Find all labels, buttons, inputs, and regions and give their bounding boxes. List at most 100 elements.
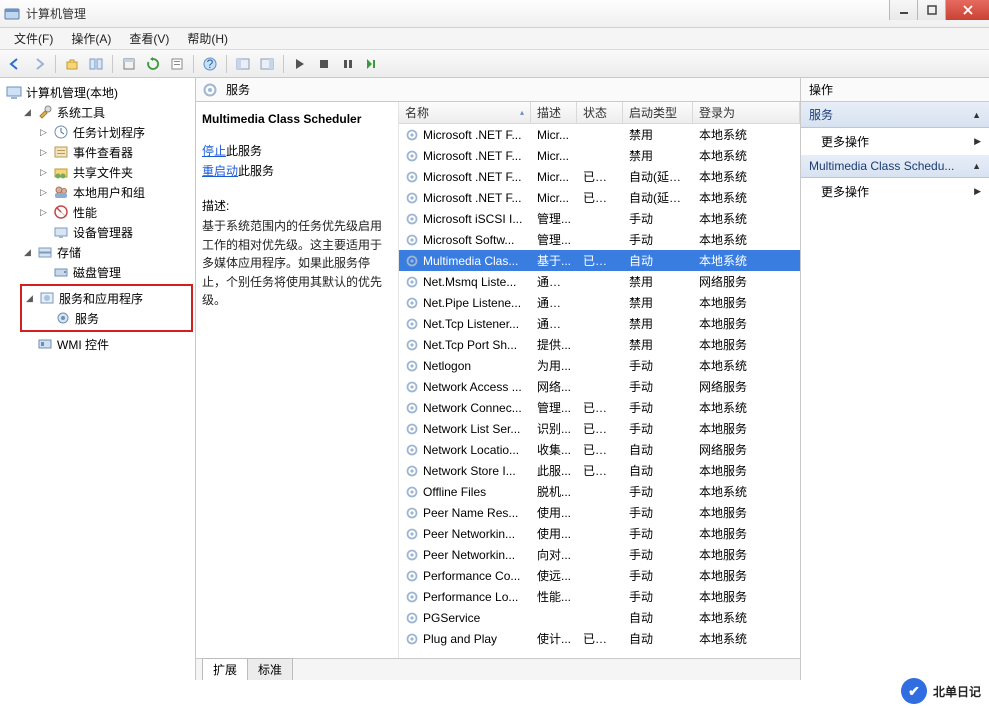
- export-button[interactable]: [118, 53, 140, 75]
- table-row[interactable]: Multimedia Clas...基于...已启动自动本地系统: [399, 250, 800, 271]
- table-row[interactable]: PGService自动本地系统: [399, 607, 800, 628]
- help-button[interactable]: ?: [199, 53, 221, 75]
- table-row[interactable]: Performance Lo...性能...手动本地服务: [399, 586, 800, 607]
- tree-task-scheduler[interactable]: ▷任务计划程序: [36, 122, 193, 142]
- close-button[interactable]: [945, 0, 989, 20]
- col-desc[interactable]: 描述: [531, 102, 577, 123]
- tree-panel[interactable]: 计算机管理(本地) ◢ 系统工具 ▷任务计划程序 ▷事件查看器 ▷共享文件夹: [0, 78, 196, 680]
- col-logon[interactable]: 登录为: [693, 102, 800, 123]
- expand-icon[interactable]: ▷: [38, 127, 49, 138]
- expand-icon[interactable]: ▷: [38, 147, 49, 158]
- cell-desc: 提供...: [531, 336, 577, 353]
- table-row[interactable]: Microsoft .NET F...Micr...已启动自动(延迟...本地系…: [399, 166, 800, 187]
- table-row[interactable]: Network Access ...网络...手动网络服务: [399, 376, 800, 397]
- cell-logon: 本地服务: [693, 525, 800, 542]
- cell-state: 已启动: [577, 630, 623, 647]
- gear-icon: [55, 310, 71, 326]
- table-row[interactable]: Offline Files脱机...手动本地系统: [399, 481, 800, 502]
- stop-service-button[interactable]: [313, 53, 335, 75]
- actions-section-selected[interactable]: Multimedia Class Schedu... ▲: [801, 155, 989, 178]
- tree-system-tools[interactable]: ◢ 系统工具: [20, 102, 193, 122]
- tab-standard[interactable]: 标准: [247, 658, 293, 681]
- show-hide-action-button[interactable]: [256, 53, 278, 75]
- table-row[interactable]: Microsoft .NET F...Micr...禁用本地系统: [399, 145, 800, 166]
- tree-disk-management[interactable]: 磁盘管理: [36, 262, 193, 282]
- table-row[interactable]: Peer Networkin...使用...手动本地服务: [399, 523, 800, 544]
- table-row[interactable]: Microsoft .NET F...Micr...禁用本地系统: [399, 124, 800, 145]
- table-row[interactable]: Microsoft .NET F...Micr...已启动自动(延迟...本地系…: [399, 187, 800, 208]
- table-row[interactable]: Net.Pipe Listene...通过 ...禁用本地服务: [399, 292, 800, 313]
- tab-extended[interactable]: 扩展: [202, 658, 248, 681]
- tree-services-apps[interactable]: ◢ 服务和应用程序: [22, 288, 191, 308]
- table-row[interactable]: Network List Ser...识别...已启动手动本地服务: [399, 418, 800, 439]
- table-row[interactable]: Net.Tcp Listener...通过 ...禁用本地服务: [399, 313, 800, 334]
- tree-root[interactable]: 计算机管理(本地): [4, 82, 193, 102]
- table-row[interactable]: Network Locatio...收集...已启动自动网络服务: [399, 439, 800, 460]
- table-row[interactable]: Microsoft iSCSI I...管理...手动本地系统: [399, 208, 800, 229]
- tree-wmi[interactable]: WMI 控件: [20, 334, 193, 354]
- separator: [226, 55, 227, 73]
- table-row[interactable]: Net.Tcp Port Sh...提供...禁用本地服务: [399, 334, 800, 355]
- actions-section-services[interactable]: 服务 ▲: [801, 102, 989, 128]
- bottom-strip: [0, 680, 989, 708]
- menu-file[interactable]: 文件(F): [6, 28, 61, 49]
- tree-event-viewer[interactable]: ▷事件查看器: [36, 142, 193, 162]
- tree-label: WMI 控件: [57, 336, 109, 353]
- collapse-icon[interactable]: ◢: [22, 107, 33, 118]
- table-row[interactable]: Plug and Play使计...已启动自动本地系统: [399, 628, 800, 649]
- restart-service-button[interactable]: [361, 53, 383, 75]
- tree-local-users[interactable]: ▷本地用户和组: [36, 182, 193, 202]
- col-start[interactable]: 启动类型: [623, 102, 693, 123]
- start-service-button[interactable]: [289, 53, 311, 75]
- chevron-right-icon: ▶: [974, 186, 981, 197]
- device-icon: [53, 224, 69, 240]
- minimize-button[interactable]: [889, 0, 917, 20]
- maximize-button[interactable]: [917, 0, 945, 20]
- tree-shared-folders[interactable]: ▷共享文件夹: [36, 162, 193, 182]
- cell-name: Netlogon: [423, 359, 471, 373]
- list-body[interactable]: Microsoft .NET F...Micr...禁用本地系统Microsof…: [399, 124, 800, 658]
- expand-icon[interactable]: ▷: [38, 167, 49, 178]
- cell-desc: 脱机...: [531, 483, 577, 500]
- cell-state: 已启动: [577, 189, 623, 206]
- actions-section-label: Multimedia Class Schedu...: [809, 159, 954, 173]
- show-hide-button[interactable]: [85, 53, 107, 75]
- app-icon: [4, 6, 20, 22]
- users-icon: [53, 184, 69, 200]
- table-row[interactable]: Network Store I...此服...已启动自动本地服务: [399, 460, 800, 481]
- tree-device-manager[interactable]: 设备管理器: [36, 222, 193, 242]
- col-state[interactable]: 状态: [577, 102, 623, 123]
- table-row[interactable]: Net.Msmq Liste...通过 ...禁用网络服务: [399, 271, 800, 292]
- up-button[interactable]: [61, 53, 83, 75]
- tree-storage[interactable]: ◢ 存储: [20, 242, 193, 262]
- pause-service-button[interactable]: [337, 53, 359, 75]
- cell-start: 手动: [623, 357, 693, 374]
- back-button[interactable]: [4, 53, 26, 75]
- table-row[interactable]: Peer Networkin...向对...手动本地服务: [399, 544, 800, 565]
- menu-action[interactable]: 操作(A): [63, 28, 119, 49]
- expand-icon[interactable]: ▷: [38, 207, 49, 218]
- actions-more-2[interactable]: 更多操作 ▶: [801, 178, 989, 205]
- properties-button[interactable]: [166, 53, 188, 75]
- forward-button[interactable]: [28, 53, 50, 75]
- table-row[interactable]: Peer Name Res...使用...手动本地服务: [399, 502, 800, 523]
- table-row[interactable]: Network Connec...管理...已启动手动本地系统: [399, 397, 800, 418]
- menu-help[interactable]: 帮助(H): [179, 28, 236, 49]
- menu-view[interactable]: 查看(V): [121, 28, 177, 49]
- table-row[interactable]: Microsoft Softw...管理...手动本地系统: [399, 229, 800, 250]
- stop-link[interactable]: 停止: [202, 144, 226, 158]
- cell-name: Microsoft iSCSI I...: [423, 212, 522, 226]
- refresh-button[interactable]: [142, 53, 164, 75]
- tree-performance[interactable]: ▷性能: [36, 202, 193, 222]
- center-panel: 服务 Multimedia Class Scheduler 停止此服务 重启动此…: [196, 78, 801, 680]
- collapse-icon[interactable]: ◢: [22, 247, 33, 258]
- table-row[interactable]: Netlogon为用...手动本地系统: [399, 355, 800, 376]
- actions-more-1[interactable]: 更多操作 ▶: [801, 128, 989, 155]
- collapse-icon[interactable]: ◢: [24, 293, 35, 304]
- restart-link[interactable]: 重启动: [202, 164, 238, 178]
- expand-icon[interactable]: ▷: [38, 187, 49, 198]
- table-row[interactable]: Performance Co...使远...手动本地服务: [399, 565, 800, 586]
- col-name[interactable]: 名称: [399, 102, 531, 123]
- show-hide-console-button[interactable]: [232, 53, 254, 75]
- tree-services[interactable]: 服务: [38, 308, 191, 328]
